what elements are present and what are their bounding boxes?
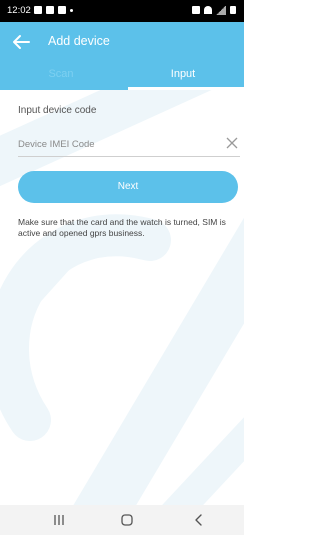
tab-input[interactable]: Input (122, 62, 244, 90)
page-title: Add device (48, 34, 110, 48)
video-icon (58, 6, 66, 14)
system-nav-bar (0, 505, 244, 535)
battery-icon (230, 6, 236, 14)
recent-apps-icon[interactable] (52, 513, 66, 527)
wifi-icon (204, 6, 212, 14)
alarm-icon (192, 6, 200, 14)
tab-bar: Scan Input (0, 62, 244, 90)
next-button[interactable]: Next (18, 171, 238, 203)
image-icon (34, 6, 42, 14)
notice-text: Make sure that the card and the watch is… (18, 217, 226, 238)
imei-input[interactable] (18, 134, 218, 154)
back-icon[interactable] (192, 513, 206, 527)
dot-icon (70, 9, 73, 12)
close-icon[interactable] (226, 137, 238, 149)
home-icon[interactable] (120, 513, 134, 527)
imei-field (18, 134, 240, 157)
device-code-label: Input device code (18, 105, 97, 116)
app-header: Add device (0, 22, 244, 62)
status-time: 12:02 (7, 5, 31, 16)
main-content: Input device code Next Make sure that th… (0, 90, 244, 505)
status-bar: 12:02 (0, 0, 244, 22)
tab-scan[interactable]: Scan (0, 62, 122, 90)
arrow-left-icon[interactable] (11, 32, 31, 52)
voicemail-icon (46, 6, 54, 14)
signal-icon (216, 6, 226, 15)
